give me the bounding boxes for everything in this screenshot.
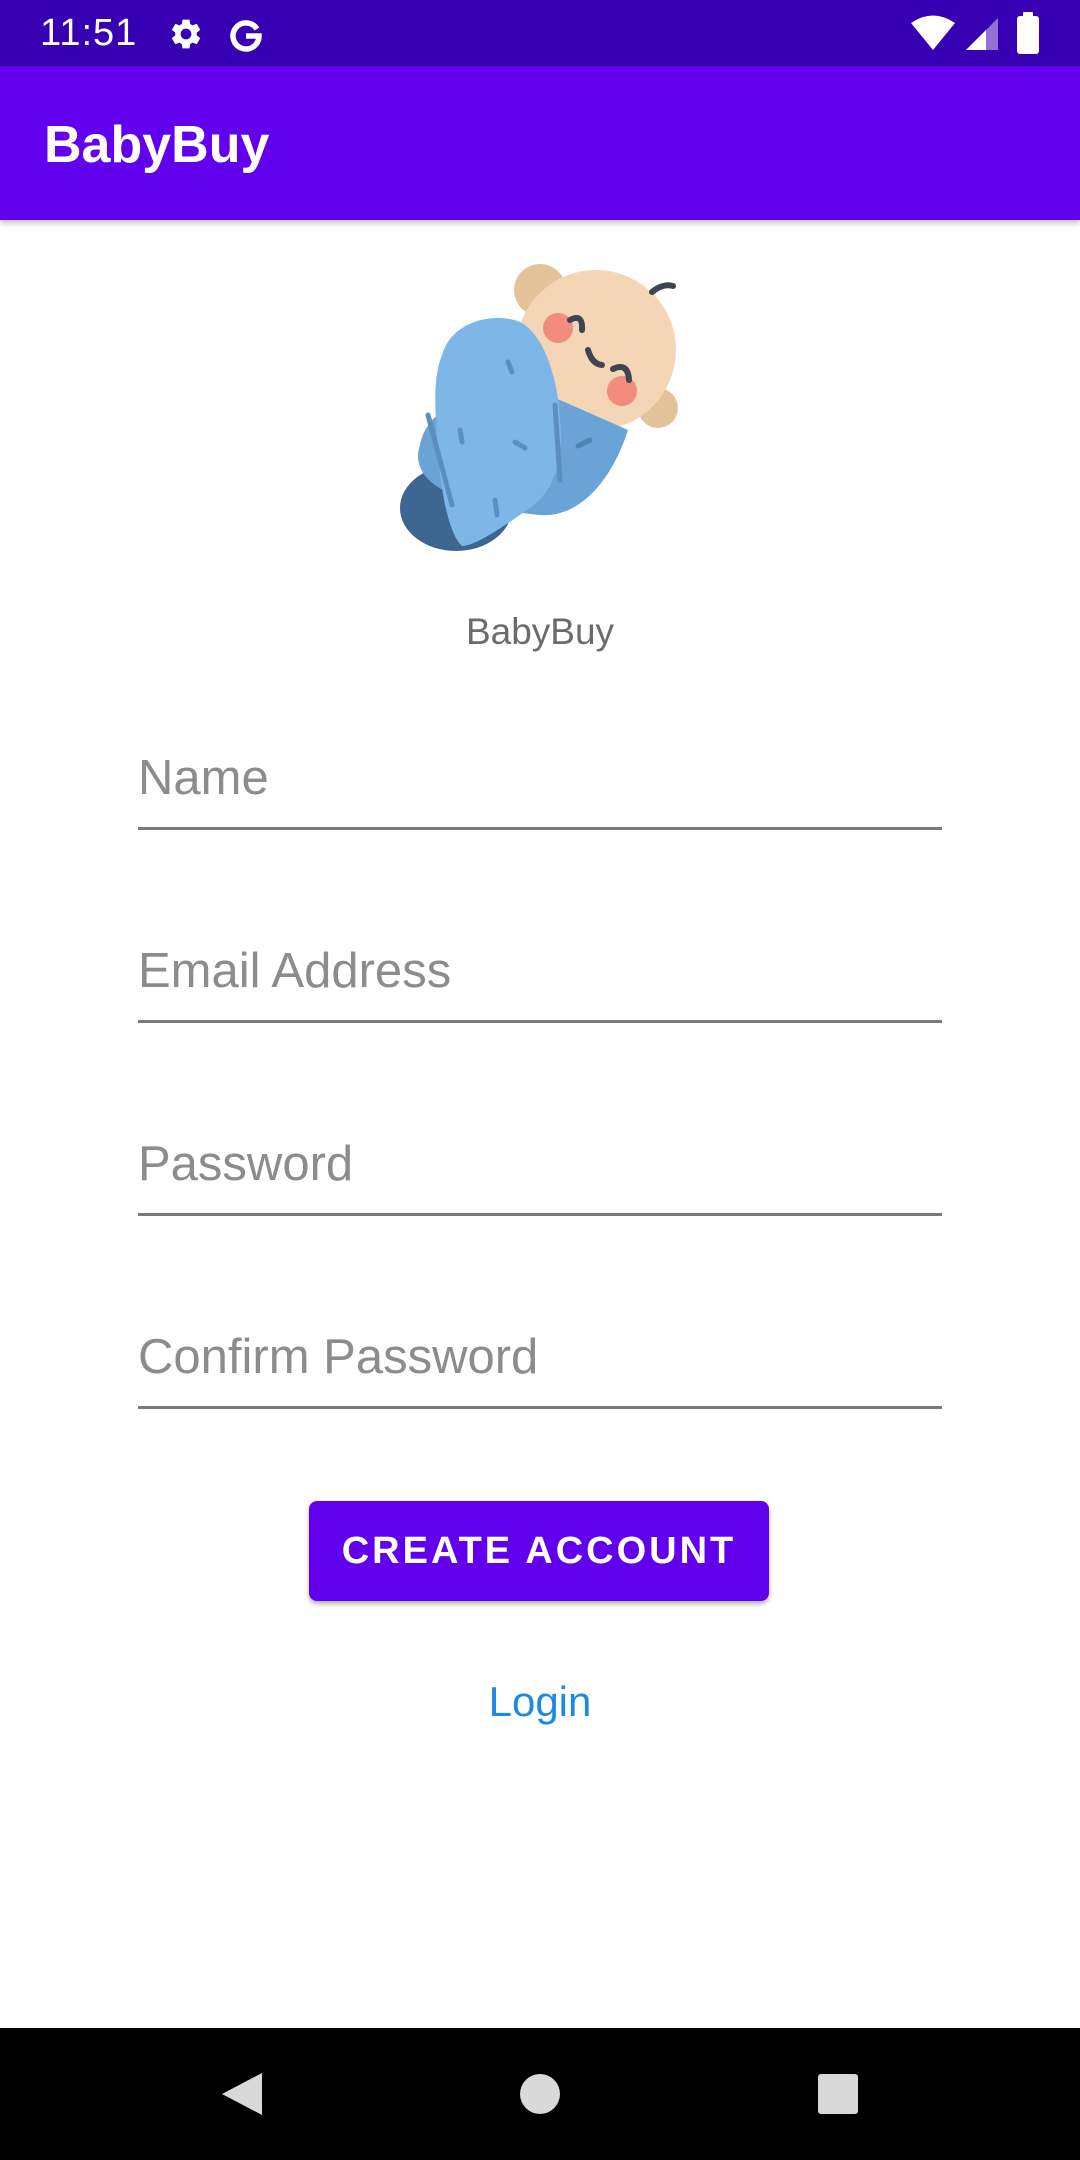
logo-caption: BabyBuy — [465, 611, 615, 652]
confirm-password-underline — [138, 1406, 942, 1409]
google-g-icon — [230, 20, 262, 52]
create-account-button[interactable]: CREATE ACCOUNT — [309, 1501, 769, 1601]
email-underline — [138, 1020, 942, 1023]
navigation-bar — [0, 2028, 1080, 2160]
password-input[interactable] — [138, 1116, 942, 1212]
recents-icon[interactable] — [802, 2058, 874, 2130]
status-bar: 11:51 — [0, 0, 1080, 66]
email-input[interactable] — [138, 923, 942, 1019]
email-field — [138, 923, 942, 1023]
app-title: BabyBuy — [44, 116, 270, 174]
password-underline — [138, 1213, 942, 1216]
confirm-password-field — [138, 1309, 942, 1409]
status-time: 11:51 — [40, 12, 138, 54]
name-field — [138, 730, 942, 830]
back-icon[interactable] — [205, 2058, 277, 2130]
battery-icon — [1017, 12, 1039, 54]
name-underline — [138, 827, 942, 830]
gear-icon — [171, 19, 201, 49]
wifi-icon — [911, 15, 955, 50]
app-bar: BabyBuy — [0, 66, 1080, 220]
signal-icon — [966, 18, 998, 50]
password-field — [138, 1116, 942, 1216]
home-icon[interactable] — [504, 2058, 576, 2130]
swaddled-baby-icon — [400, 264, 678, 551]
login-link[interactable]: Login — [0, 1672, 1080, 1732]
name-input[interactable] — [138, 730, 942, 826]
confirm-password-input[interactable] — [138, 1309, 942, 1405]
